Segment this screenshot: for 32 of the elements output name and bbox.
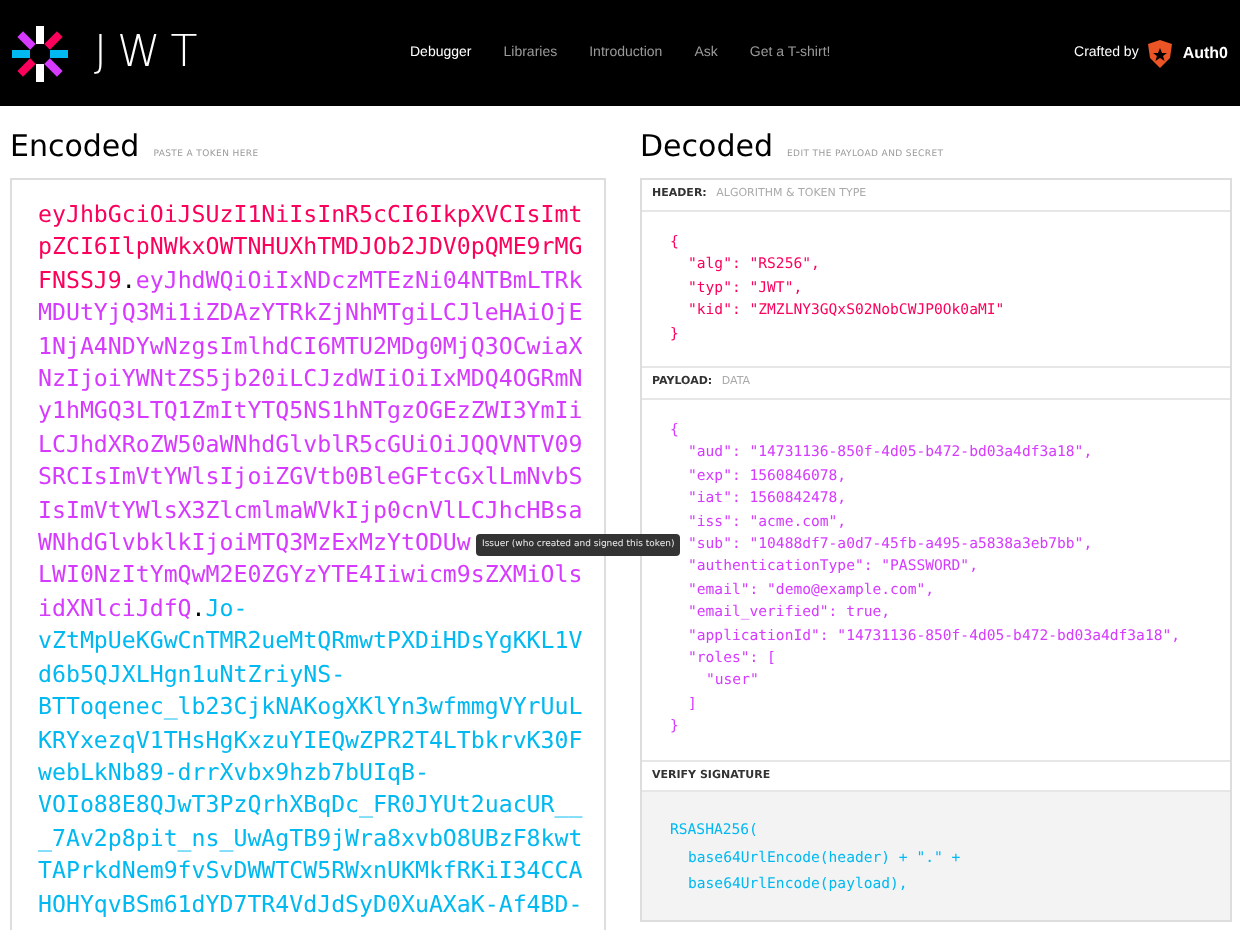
shield-star-icon: [1148, 39, 1173, 67]
token-text: _7Av2p8pit_ns_UwAgTB9jWra8xvbO8UBzF8kwt: [38, 823, 583, 852]
token-text: SRCIsImVtYWlsIjoiZGVtb0BleGFtcGxlLmNvbS: [38, 462, 583, 491]
token-text: idXNlciJdfQ: [38, 593, 192, 622]
token-text: 1NjA4NDYwNzgsImlhdCI6MTU2MDg0MjQ3OCwiaX: [38, 331, 583, 360]
token-text: WNhdGlvbklkIjoiMTQ3MzExMzYtODUw: [38, 528, 471, 557]
token-text: VOIo88E8QJwT3PzQrhXBqDc_FR0JYUt2uacUR__: [38, 790, 583, 819]
token-separator: .: [191, 593, 206, 622]
token-text: MDUtYjQ3Mi1iZDAzYTRkZjNhMTgiLCJleHAiOjE: [38, 298, 583, 327]
token-text: IsImVtYWlsX3ZlcmlmaWVkIjp0cnVlLCJhcHBsa: [38, 495, 583, 524]
token-text: y1hMGQ3LTQ1ZmItYTQ5NS1hNTgzOGEzZWI3YmIi: [38, 396, 583, 425]
token-text: d6b5QJXLHgn1uNtZriyNS-: [38, 659, 346, 688]
token-text: KRYxezqV1THsHgKxzuYIEQwZPR2T4LTbkrvK30F: [38, 725, 583, 753]
token-text: LWI0NzItYmQwM2E0ZGYzYTE4Iiwicm9sZXMiOls: [38, 560, 583, 589]
token-text: eyJhdWQiOiIxNDczMTEzNi04NTBmLTRk: [135, 265, 583, 294]
token-text: Jo-: [205, 593, 248, 622]
token-text: BTToqenec_lb23CjkNAKogXKlYn3wfmmgVYrUuL: [38, 692, 583, 721]
token-text: LCJhdXRoZW50aWNhdGlvblR5cGUiOiJQQVNTV09: [38, 429, 583, 458]
section-title: Decoded: [640, 128, 773, 164]
logo-icon: [10, 23, 70, 83]
token-text: pZCI6IlpNWkxOWTNHUXhTMDJOb2JDV0pQME9rMG: [38, 232, 583, 261]
token-text: NzIjoiYWNtZS5jb20iLCJzdWIiOiIxMDQ4OGRmN: [38, 364, 583, 393]
section-title: Encoded: [10, 128, 140, 164]
wordmark: JWT: [94, 28, 208, 78]
token-text: FNSSJ9: [38, 265, 122, 294]
token-text: TAPrkdNem9fvSvDWWTCW5RWxnUKMkfRKiI34CCA: [38, 856, 583, 885]
token-separator: .: [121, 265, 136, 294]
token-text: HOHYqvBSm61dYD7TR4VdJdSyD0XuAXaK-Af4BD-: [38, 889, 583, 918]
token-text: webLkNb89-drrXvbx9hzb7bUIqB-: [38, 757, 429, 786]
token-text: eyJhbGciOiJSUzI1NiIsInR5cCI6IkpXVCIsImt: [38, 200, 583, 228]
company-name[interactable]: Auth0: [1182, 44, 1228, 62]
token-text: vZtMpUeKGwCnTMR2ueMtQRmwtPXDiHDsYgKKL1V: [38, 626, 583, 655]
